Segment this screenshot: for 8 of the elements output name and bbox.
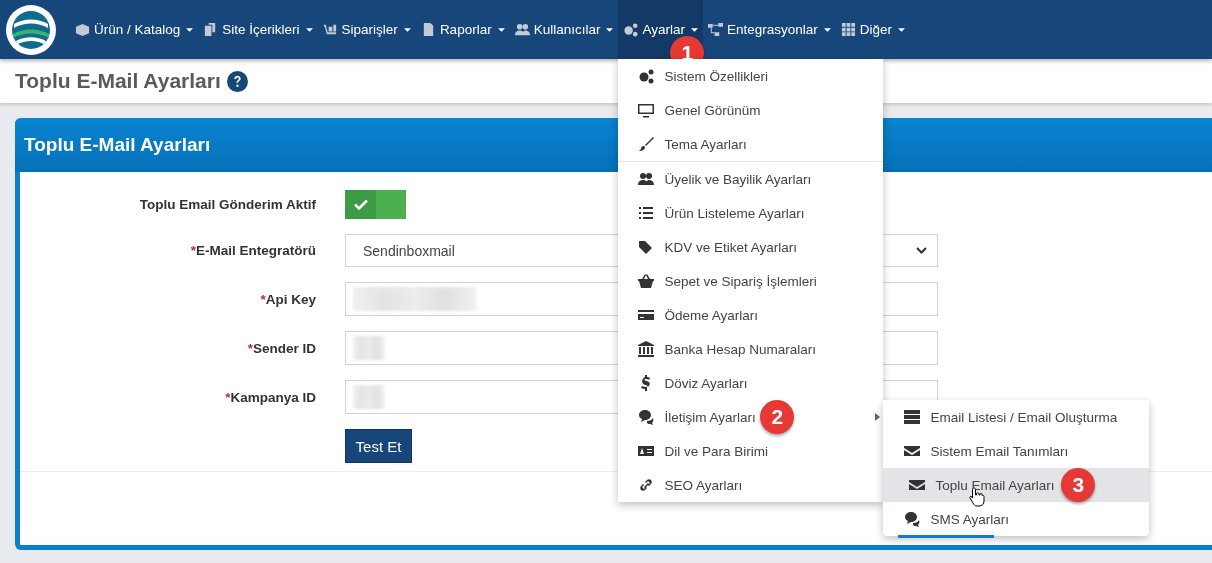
- page-title: Toplu E-Mail Ayarları: [15, 69, 221, 93]
- field-label: *Sender ID: [247, 340, 316, 356]
- field-label: *Kampanya ID: [225, 389, 316, 405]
- field-label: *E-Mail Entegratörü: [190, 243, 316, 258]
- field-label: Toplu Email Gönderim Aktif: [139, 197, 316, 212]
- step-badge: 3: [1061, 468, 1096, 502]
- step-badge: 2: [760, 400, 795, 434]
- field-label: *Api Key: [260, 291, 316, 307]
